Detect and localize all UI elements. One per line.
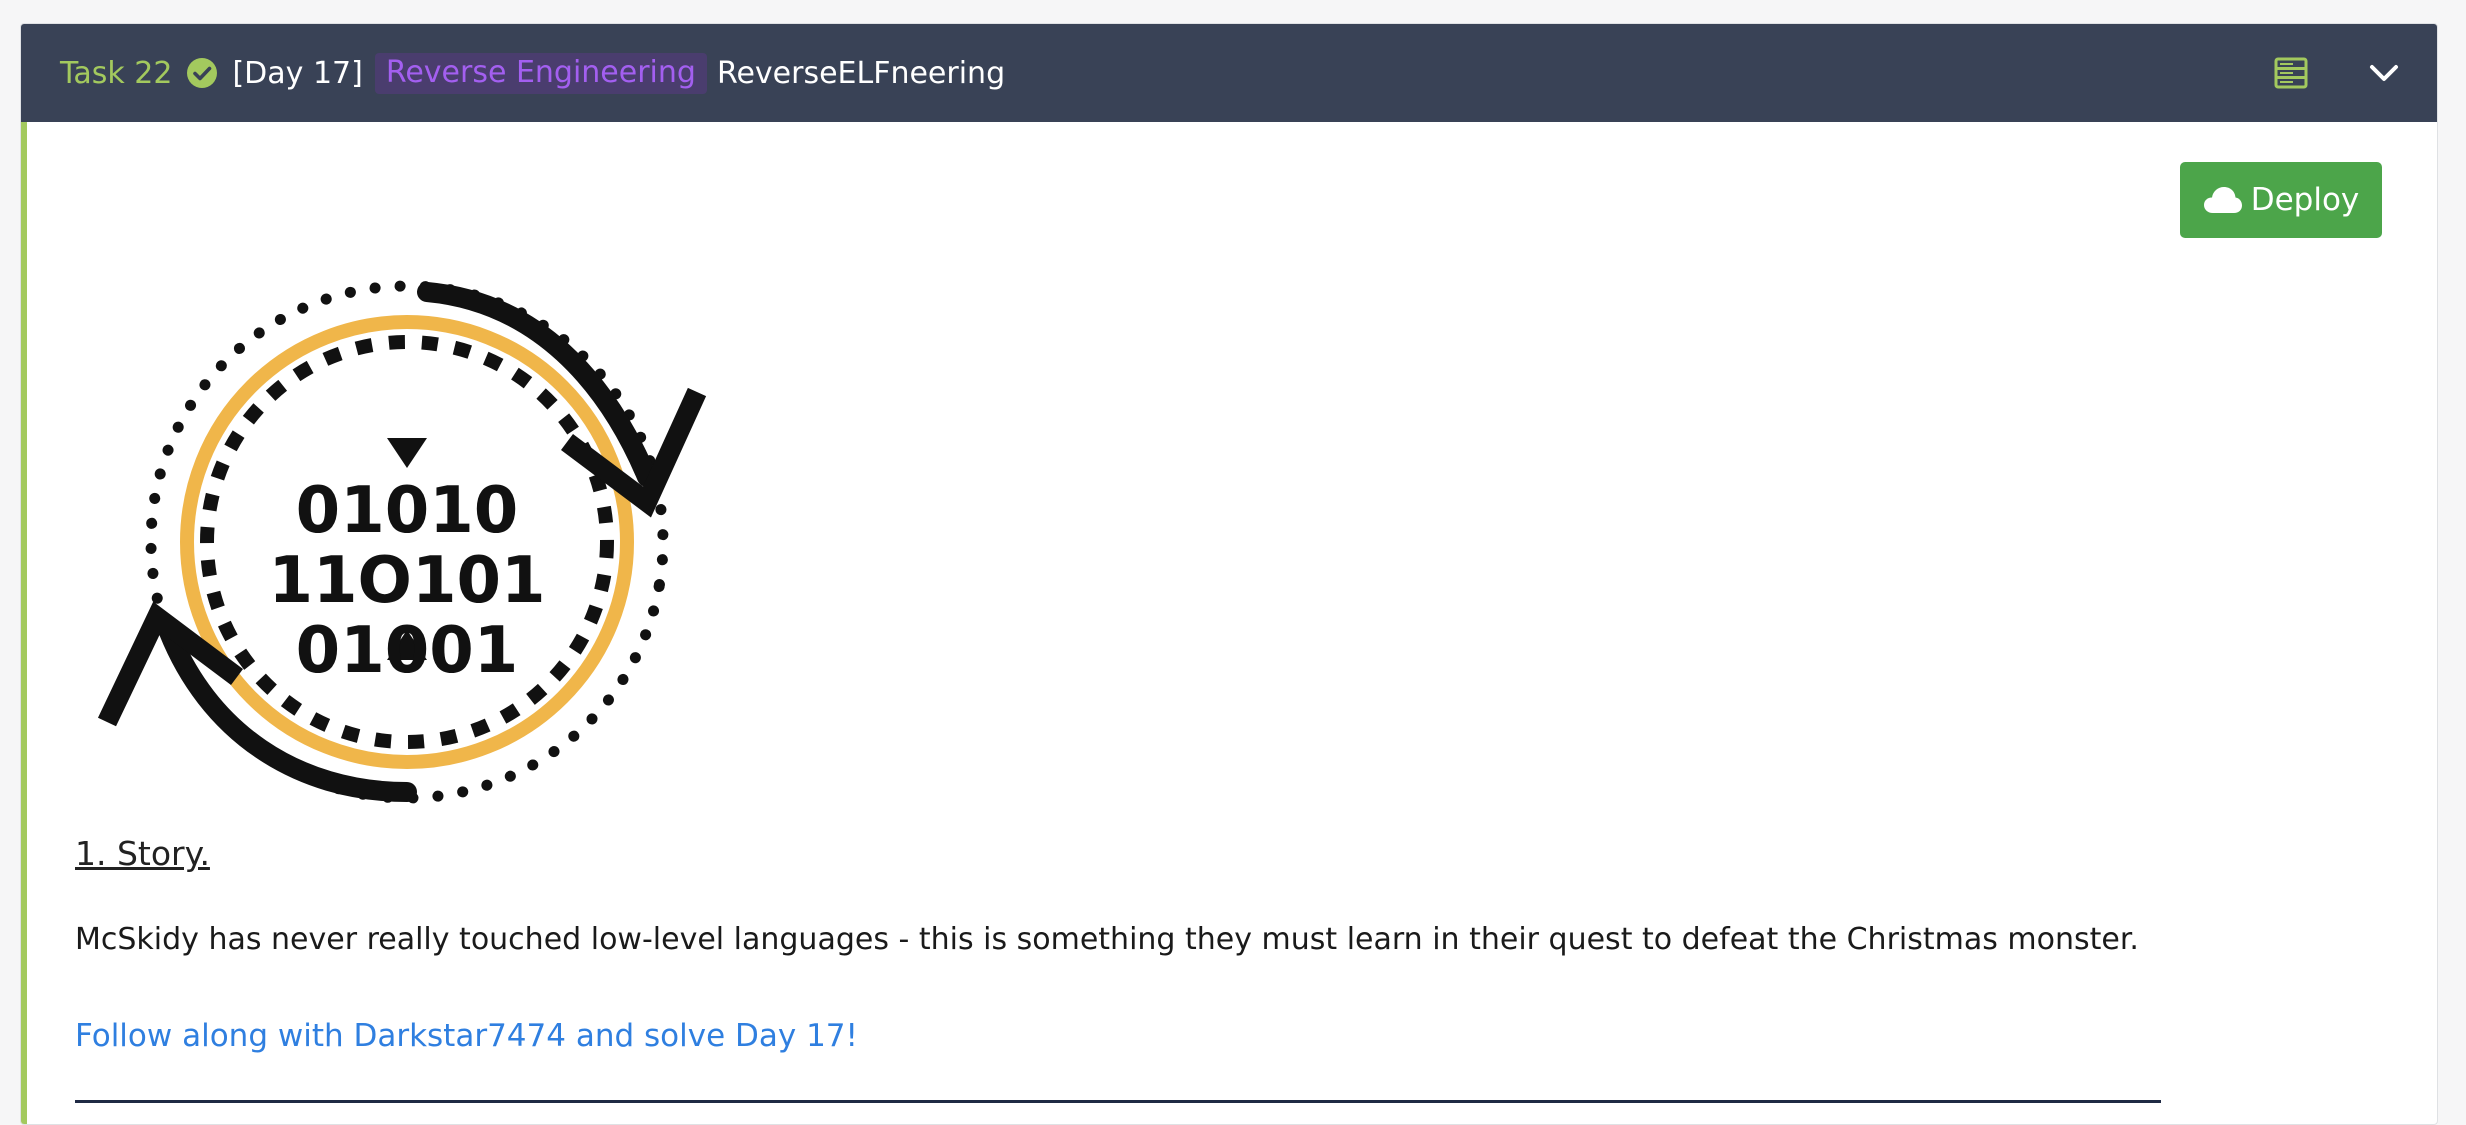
check-circle-icon: [186, 57, 218, 89]
deploy-button[interactable]: Deploy: [2180, 162, 2382, 238]
follow-along-link[interactable]: Follow along with Darkstar7474 and solve…: [75, 1018, 858, 1054]
divider: [75, 1100, 2161, 1103]
task-card: Task 22 [Day 17] Reverse Engineering Rev…: [20, 23, 2438, 1125]
task-number: Task 22: [60, 55, 173, 91]
task-title: ReverseELFneering: [716, 55, 1006, 91]
header-actions: [2271, 24, 2437, 122]
story-paragraph: McSkidy has never really touched low-lev…: [75, 922, 2139, 957]
binary-row: 01010: [296, 474, 519, 548]
task-header[interactable]: Task 22 [Day 17] Reverse Engineering Rev…: [21, 24, 2437, 122]
server-icon[interactable]: [2271, 53, 2311, 93]
chevron-down-icon[interactable]: [2367, 56, 2401, 90]
binary-row: 01001: [296, 614, 519, 688]
binary-row: 11O101: [268, 544, 545, 618]
category-tag: Reverse Engineering: [374, 52, 707, 94]
reverse-engineering-logo: 01010 11O101 01001: [97, 280, 707, 804]
cloud-icon: [2203, 185, 2243, 215]
task-body: Deploy 01010 11O101 01001 1. Story. McSk…: [21, 122, 2437, 1124]
day-label: [Day 17]: [232, 55, 363, 91]
story-heading: 1. Story.: [75, 834, 210, 873]
deploy-label: Deploy: [2250, 182, 2360, 218]
